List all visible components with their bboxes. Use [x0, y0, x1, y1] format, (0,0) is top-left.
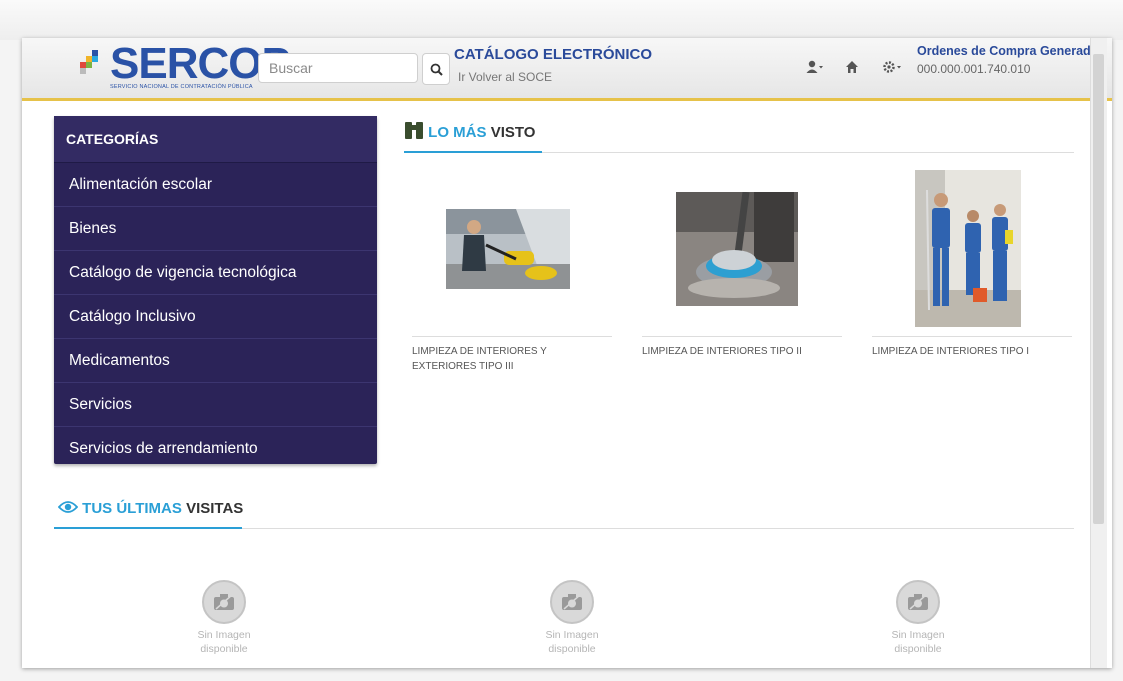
product-name[interactable]: LIMPIEZA DE INTERIORES TIPO I [872, 344, 1067, 359]
most-viewed-heading: LO MÁS VISTO [404, 120, 535, 141]
sidebar-item-alimentacion[interactable]: Alimentación escolar [54, 163, 377, 207]
categories-title: CATEGORÍAS [54, 116, 377, 163]
product-divider [872, 336, 1072, 337]
sidebar-item-arrendamiento[interactable]: Servicios de arrendamiento [54, 427, 377, 470]
product-divider [642, 336, 842, 337]
product-image[interactable] [676, 192, 798, 306]
recent-visits-underline [54, 527, 242, 529]
logo-mark-icon [80, 50, 104, 74]
home-icon [846, 61, 858, 73]
no-image-icon [550, 580, 594, 624]
sercop-logo[interactable]: SERCOP SERVICIO NACIONAL DE CONTRATACIÓN… [80, 42, 291, 92]
app-window: SERCOP SERVICIO NACIONAL DE CONTRATACIÓN… [22, 38, 1112, 668]
sidebar-item-catalogo-inclusivo[interactable]: Catálogo Inclusivo [54, 295, 377, 339]
product-card-tipo-iii[interactable]: LIMPIEZA DE INTERIORES Y EXTERIORES TIPO… [412, 178, 612, 378]
recent-item-placeholder[interactable]: Sin Imagen disponible [174, 580, 274, 656]
search-icon [430, 63, 443, 76]
vertical-scrollbar[interactable] [1090, 38, 1107, 668]
no-image-icon [202, 580, 246, 624]
logo-subtext: SERVICIO NACIONAL DE CONTRATACIÓN PÚBLIC… [110, 84, 253, 90]
scrollbar-thumb[interactable] [1093, 54, 1104, 524]
recent-visits-heading: TUS ÚLTIMAS VISITAS [57, 500, 244, 517]
no-image-text: Sin Imagen disponible [891, 629, 945, 655]
product-card-tipo-ii[interactable]: LIMPIEZA DE INTERIORES TIPO II [642, 178, 842, 378]
product-image[interactable] [915, 170, 1021, 327]
orders-title: Ordenes de Compra Generadas [917, 44, 1105, 58]
sidebar-item-servicios[interactable]: Servicios [54, 383, 377, 427]
recent-item-placeholder[interactable]: Sin Imagen disponible [522, 580, 622, 656]
home-button[interactable] [845, 60, 859, 77]
no-image-text: Sin Imagen disponible [545, 629, 599, 655]
back-to-soce-link[interactable]: Ir Volver al SOCE [458, 70, 552, 84]
most-viewed-rest: VISTO [490, 124, 536, 141]
product-image[interactable] [446, 209, 570, 289]
no-image-icon [896, 580, 940, 624]
catalog-title: CATÁLOGO ELECTRÓNICO [454, 46, 653, 63]
eye-icon [57, 501, 79, 513]
no-image-text: Sin Imagen disponible [197, 629, 251, 655]
orders-count: 000.000.001.740.010 [917, 62, 1031, 76]
gear-icon [883, 61, 901, 73]
settings-menu[interactable] [882, 60, 902, 77]
user-icon [806, 60, 823, 73]
browser-top-strip [0, 0, 1123, 40]
sidebar-item-bienes[interactable]: Bienes [54, 207, 377, 251]
recent-visits-rest: VISITAS [186, 500, 244, 517]
user-menu[interactable] [806, 60, 824, 77]
product-name[interactable]: LIMPIEZA DE INTERIORES TIPO II [642, 344, 832, 359]
product-name[interactable]: LIMPIEZA DE INTERIORES Y EXTERIORES TIPO… [412, 344, 587, 374]
most-viewed-accent: LO MÁS [428, 124, 487, 141]
most-viewed-underline [404, 151, 542, 153]
sidebar-item-medicamentos[interactable]: Medicamentos [54, 339, 377, 383]
recent-visits-accent: TUS ÚLTIMAS [82, 500, 182, 517]
categories-sidebar: CATEGORÍAS Alimentación escolar Bienes C… [54, 116, 377, 464]
sidebar-item-vigencia-tecnologica[interactable]: Catálogo de vigencia tecnológica [54, 251, 377, 295]
search-button[interactable] [422, 53, 450, 85]
recent-item-placeholder[interactable]: Sin Imagen disponible [868, 580, 968, 656]
binoculars-icon [405, 122, 423, 139]
header: SERCOP SERVICIO NACIONAL DE CONTRATACIÓN… [22, 38, 1112, 101]
product-divider [412, 336, 612, 337]
search-input[interactable] [258, 53, 418, 83]
product-card-tipo-i[interactable]: LIMPIEZA DE INTERIORES TIPO I [872, 168, 1072, 378]
